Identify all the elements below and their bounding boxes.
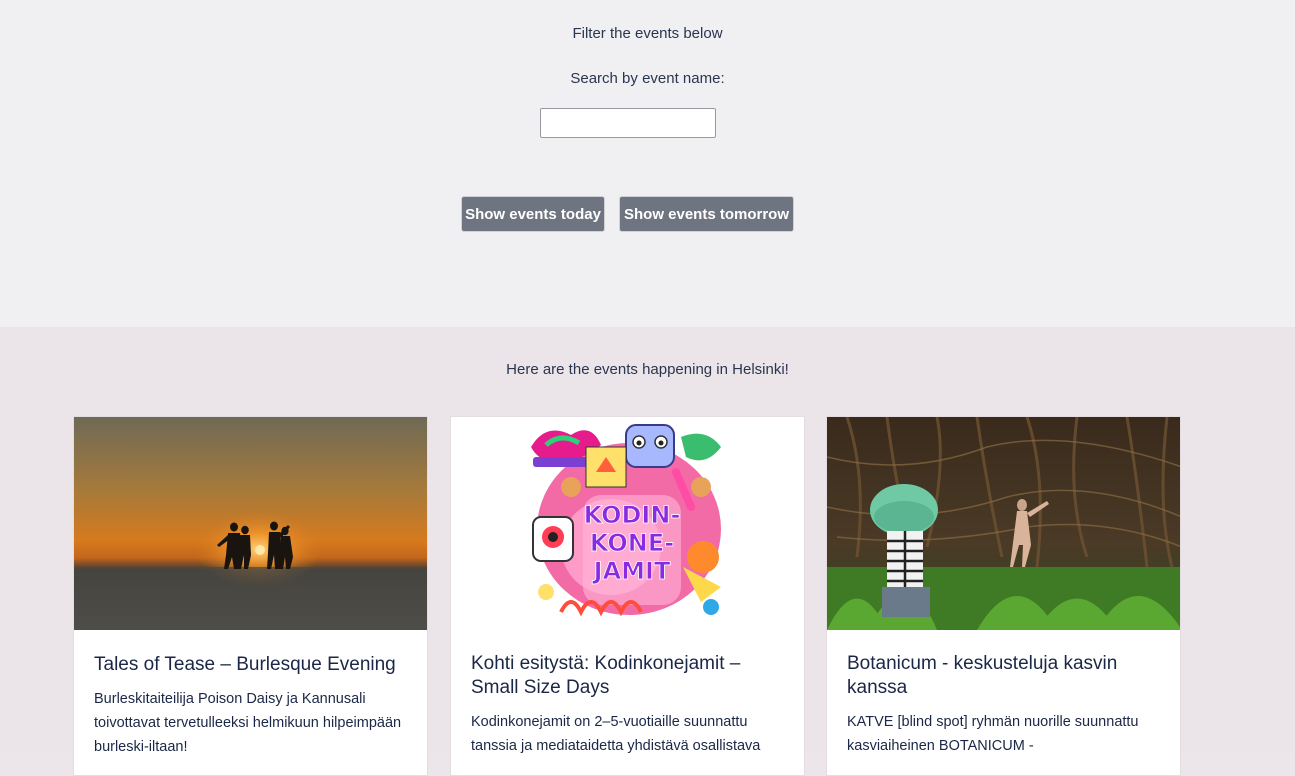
event-description: Kodinkonejamit on 2–5-vuotiaille suunnat… [471, 714, 761, 754]
svg-text:KONE-: KONE- [590, 529, 674, 557]
event-title[interactable]: Tales of Tease – Burlesque Evening [74, 630, 427, 677]
kodinkonejamit-illustration[interactable]: KODIN- KONE- JAMIT [451, 417, 804, 630]
search-input[interactable] [540, 108, 716, 138]
event-card[interactable]: KODIN- KONE- JAMIT Kohti esitystä: Kodin… [450, 416, 805, 776]
search-label: Search by event name: [570, 70, 725, 87]
show-events-tomorrow-button[interactable]: Show events tomorrow [619, 196, 794, 232]
show-events-today-button[interactable]: Show events today [461, 196, 605, 232]
event-card[interactable]: Tales of Tease – Burlesque Evening Burle… [73, 416, 428, 776]
events-section: Here are the events happening in Helsink… [0, 327, 1295, 776]
forest-performers-image[interactable] [827, 417, 1180, 630]
event-title[interactable]: Botanicum - keskusteluja kasvin kanssa [827, 630, 1180, 700]
event-title[interactable]: Kohti esitystä: Kodinkonejamit – Small S… [451, 630, 804, 700]
event-card[interactable]: Botanicum - keskusteluja kasvin kanssa K… [826, 416, 1181, 776]
event-description: KATVE [blind spot] ryhmän nuorille suunn… [847, 714, 1139, 754]
filter-section: Filter the events below Search by event … [0, 0, 1295, 327]
sunset-silhouettes-image[interactable] [74, 417, 427, 630]
event-description: Burleskitaiteilija Poison Daisy ja Kannu… [94, 691, 402, 755]
filter-title: Filter the events below [572, 25, 723, 42]
svg-text:KODIN-: KODIN- [584, 501, 681, 529]
svg-text:JAMIT: JAMIT [592, 557, 671, 585]
events-heading: Here are the events happening in Helsink… [506, 361, 789, 378]
